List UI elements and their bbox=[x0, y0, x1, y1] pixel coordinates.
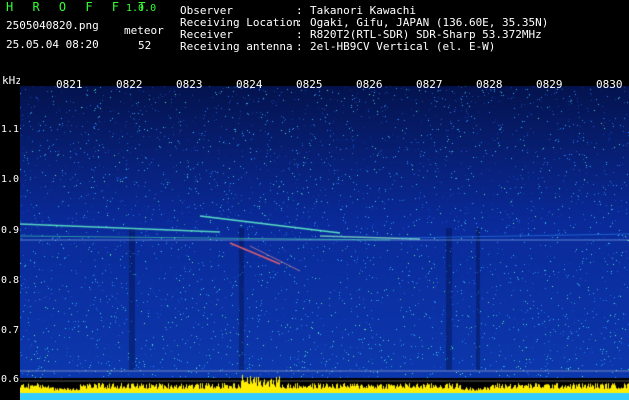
timestamp: 25.05.04 08:20 bbox=[6, 38, 99, 51]
y-tick-label: 0.6 bbox=[1, 374, 20, 385]
header-panel: H R O F F T 1.0.0 2505040820.png 25.05.0… bbox=[0, 0, 629, 76]
x-tick-label: 0830 bbox=[596, 78, 623, 91]
x-tick-label: 0821 bbox=[56, 78, 83, 91]
x-tick-label: 0825 bbox=[296, 78, 323, 91]
file-name: 2505040820.png bbox=[6, 19, 99, 32]
antenna-colon: : bbox=[296, 40, 303, 53]
y-tick-label: 0.9 bbox=[1, 225, 20, 236]
y-tick-label: 0.7 bbox=[1, 325, 20, 336]
detection-count: 52 bbox=[138, 39, 152, 52]
app-version: 1.0.0 bbox=[126, 3, 157, 14]
x-tick-label: 0826 bbox=[356, 78, 383, 91]
spectrogram-plot bbox=[20, 78, 629, 400]
x-tick-label: 0828 bbox=[476, 78, 503, 91]
x-tick-label: 0827 bbox=[416, 78, 443, 91]
x-tick-label: 0829 bbox=[536, 78, 563, 91]
x-tick-label: 0824 bbox=[236, 78, 263, 91]
detection-label: meteor bbox=[124, 24, 164, 37]
antenna-value: 2el-HB9CV Vertical (el. E-W) bbox=[310, 40, 496, 53]
x-tick-label: 0823 bbox=[176, 78, 203, 91]
y-tick-label: 1.1 bbox=[1, 124, 20, 135]
antenna-label: Receiving antenna bbox=[180, 40, 293, 53]
y-axis-unit: kHz bbox=[2, 74, 22, 87]
x-tick-label: 0822 bbox=[116, 78, 143, 91]
y-tick-label: 1.0 bbox=[1, 174, 20, 185]
y-tick-label: 0.8 bbox=[1, 275, 20, 286]
